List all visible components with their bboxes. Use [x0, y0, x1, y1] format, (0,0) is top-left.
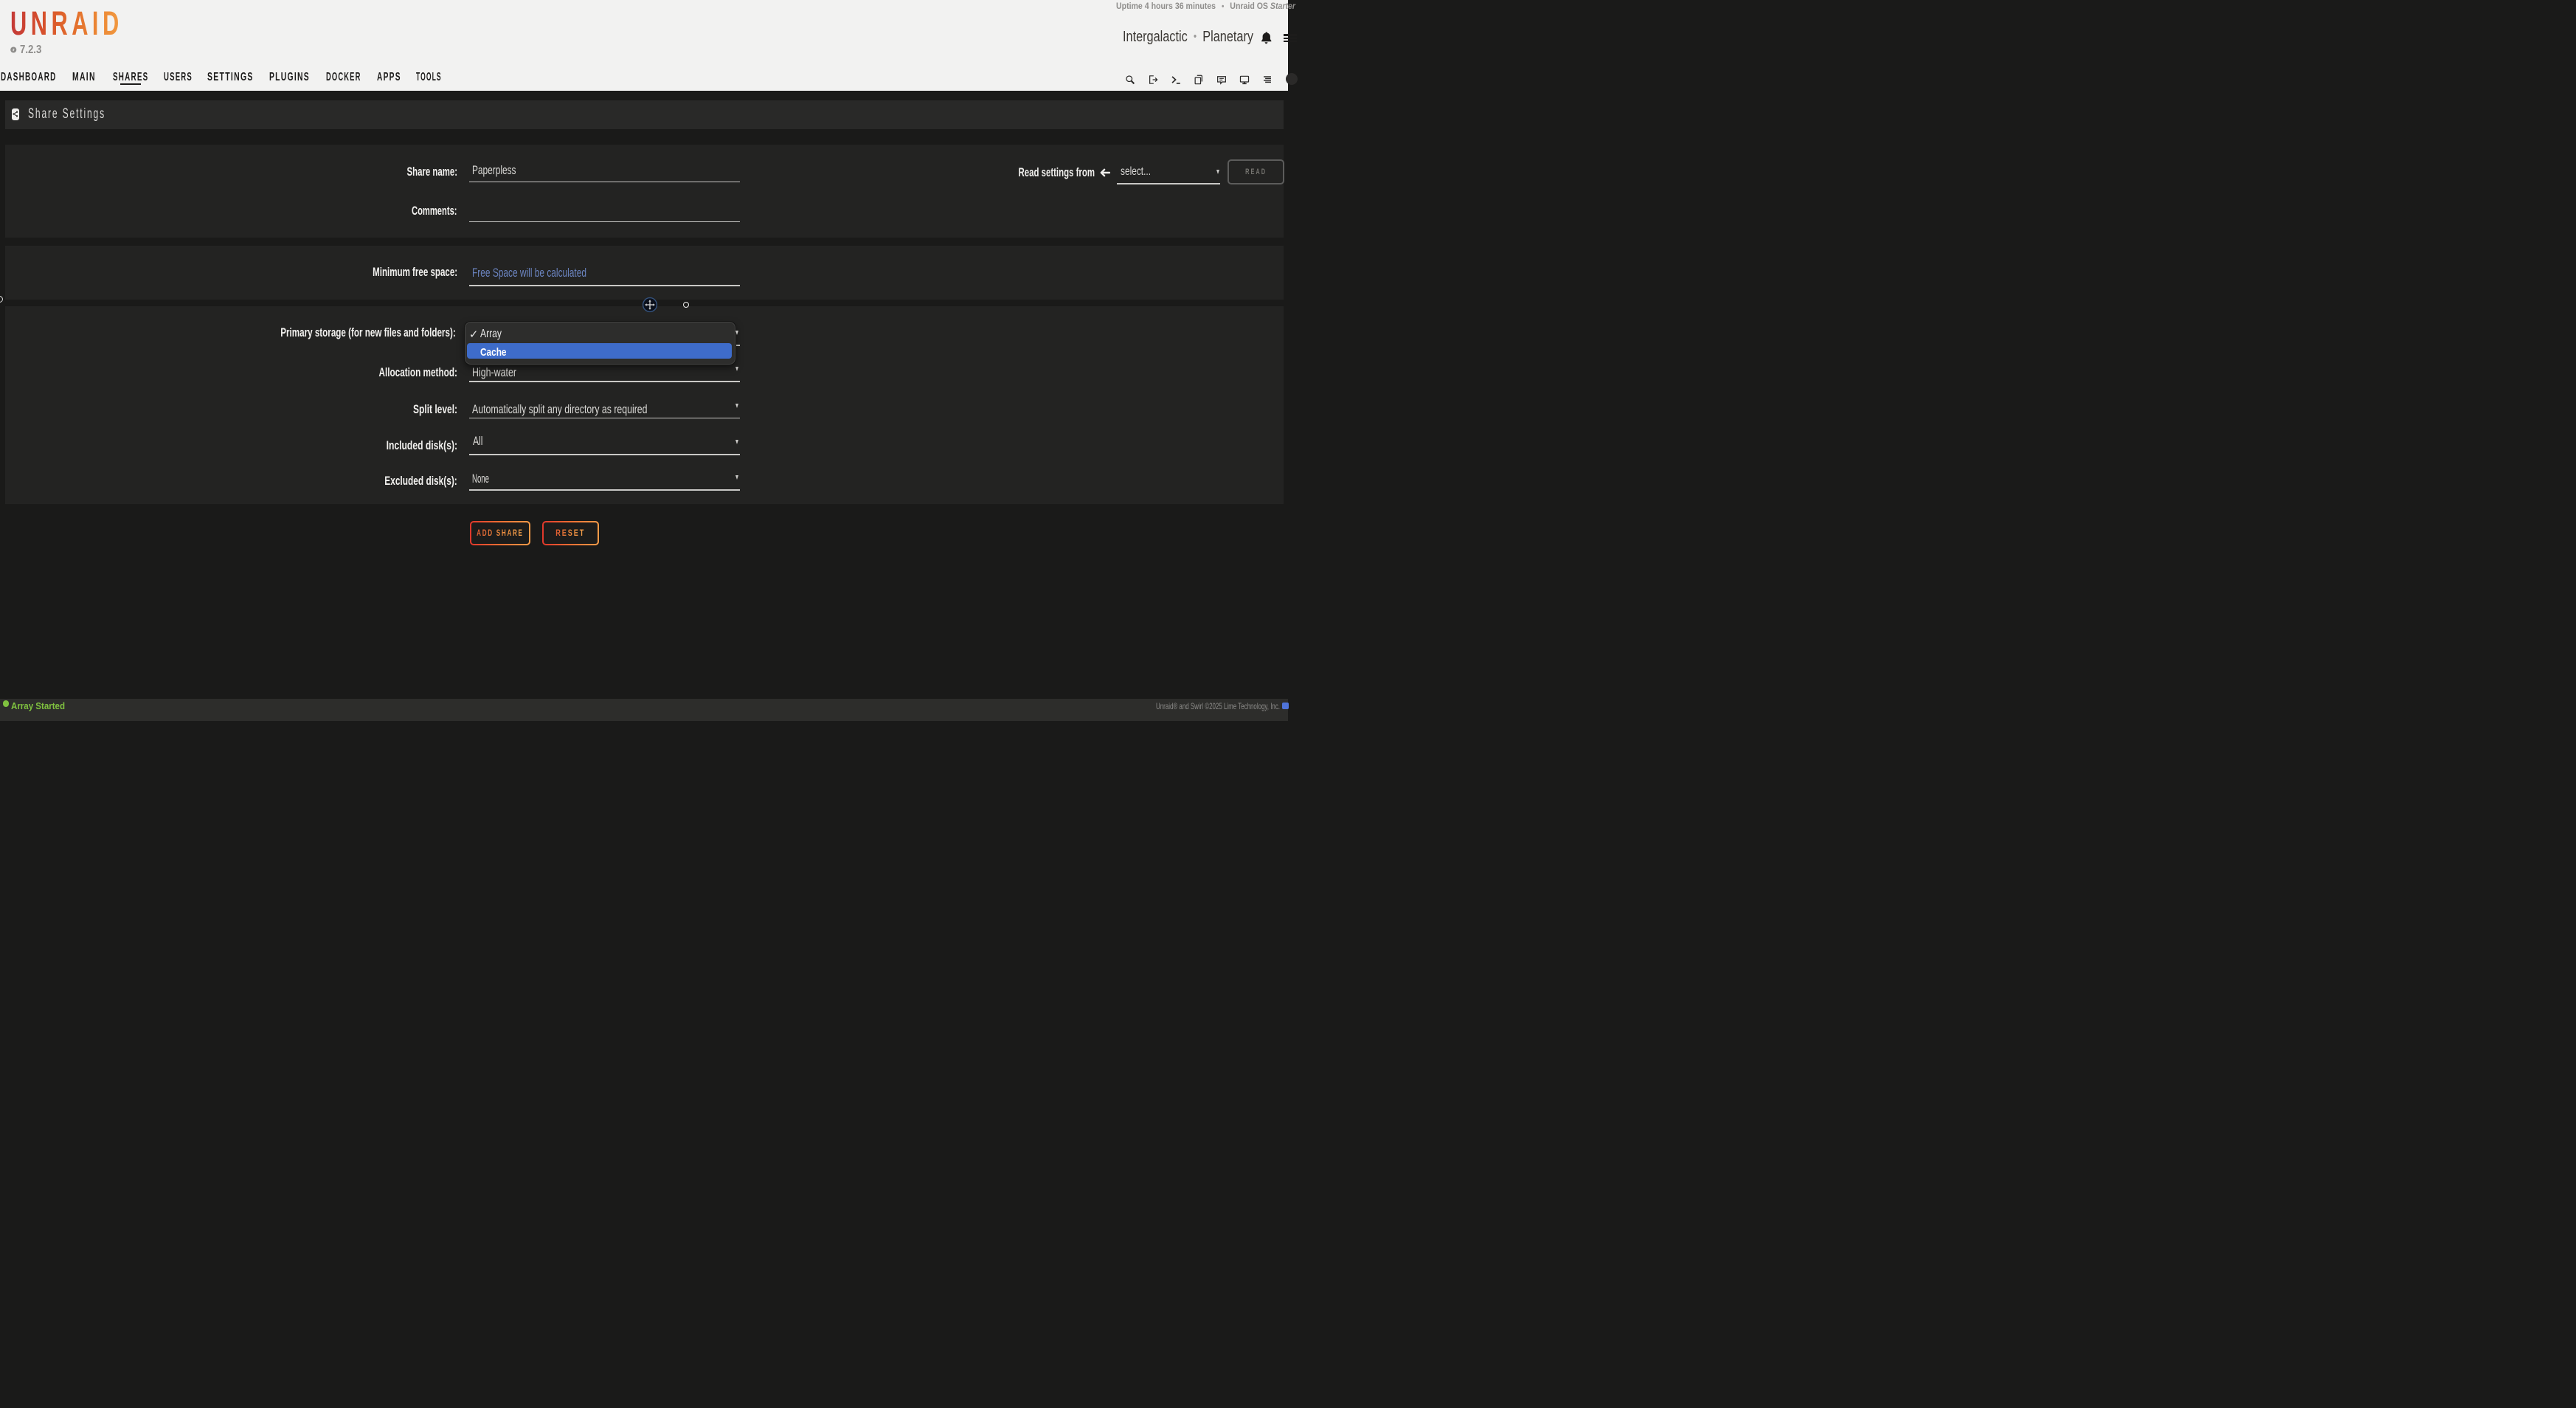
- option-checkmark: ✓: [469, 329, 479, 340]
- server-name: Intergalactic: [1123, 29, 1188, 45]
- array-status-dot: [3, 700, 10, 707]
- comments-input[interactable]: [469, 221, 740, 223]
- server-identity: Intergalactic•Planetary: [1123, 30, 1284, 44]
- flag-icon[interactable]: [1282, 703, 1289, 709]
- log-icon[interactable]: [1262, 75, 1273, 85]
- nav-dashboard[interactable]: DASHBOARD: [1, 72, 57, 83]
- sign-out-icon[interactable]: [1148, 75, 1158, 85]
- nav-apps[interactable]: APPS: [377, 72, 401, 83]
- unraid-logo[interactable]: UNRAID: [10, 7, 123, 40]
- array-status-label[interactable]: Array Started: [11, 701, 65, 711]
- nav-main[interactable]: MAIN: [72, 72, 96, 83]
- primary-storage-caret-icon: [735, 331, 738, 335]
- comments-label: Comments:: [412, 204, 457, 217]
- version-label[interactable]: 7.2.3: [20, 44, 41, 56]
- primary-storage-dropdown: ✓ Array Cache: [465, 322, 735, 365]
- header: [0, 0, 1288, 91]
- menu-hamburger-icon[interactable]: [1284, 34, 1297, 44]
- arrow-left-icon: [1100, 168, 1110, 178]
- read-button[interactable]: READ: [1228, 159, 1284, 184]
- allocation-method-label: Allocation method:: [378, 366, 457, 379]
- footer: [0, 699, 1288, 721]
- excluded-disks-select[interactable]: None: [472, 472, 489, 485]
- page-title-bar: [5, 100, 1284, 129]
- copy-icon[interactable]: [1194, 75, 1204, 85]
- share-name-label: Share name:: [406, 165, 457, 178]
- included-caret-icon: [735, 440, 738, 444]
- allocation-method-select[interactable]: High-water: [472, 366, 516, 379]
- nav-users[interactable]: USERS: [164, 72, 193, 83]
- click-indicator-ring: [683, 302, 689, 308]
- read-settings-select[interactable]: select...: [1121, 166, 1151, 178]
- nav-tools[interactable]: TOOLS: [416, 72, 442, 83]
- os-version-label: Unraid OS: [1230, 1, 1268, 11]
- unraid-share-settings-page: { "header": { "logo": "UNRAID", "version…: [0, 0, 1288, 704]
- license-type: Starter: [1270, 1, 1295, 11]
- nav-plugins[interactable]: PLUGINS: [269, 72, 310, 83]
- excluded-disks-label: Excluded disk(s):: [385, 474, 457, 487]
- edge-ring-artifact: [0, 296, 3, 303]
- min-free-space-label: Minimum free space:: [373, 266, 457, 278]
- section-free-space: [5, 246, 1284, 300]
- uptime-status: Uptime 4 hours 36 minutes•Unraid OS Star…: [1116, 1, 1320, 11]
- monitor-icon[interactable]: [1239, 75, 1250, 85]
- notifications-bell-icon[interactable]: [1261, 31, 1272, 47]
- option-array[interactable]: Array: [480, 328, 502, 340]
- share-name-input[interactable]: Paperpless: [472, 164, 516, 176]
- excluded-caret-icon: [735, 475, 738, 480]
- page-title: Share Settings: [28, 107, 105, 122]
- split-level-underline: [469, 418, 740, 419]
- version-lock-icon: [10, 46, 17, 53]
- search-icon[interactable]: [1125, 75, 1135, 85]
- section-identity: [5, 145, 1284, 238]
- nav-settings[interactable]: SETTINGS: [207, 72, 254, 83]
- allocation-caret-icon: [735, 367, 738, 371]
- allocation-method-underline: [469, 381, 740, 382]
- add-share-button[interactable]: ADD SHARE: [470, 521, 531, 545]
- option-cache[interactable]: Cache: [467, 343, 732, 359]
- split-level-caret-icon: [735, 404, 738, 408]
- read-select-underline: [1117, 183, 1220, 184]
- terminal-icon[interactable]: [1171, 75, 1181, 85]
- server-description: Planetary: [1202, 29, 1253, 45]
- share-name-underline: [469, 182, 740, 183]
- nav-shares[interactable]: SHARES: [113, 72, 149, 83]
- copyright-label: Unraid® and Swirl ©2025 Lime Technology,…: [1156, 702, 1280, 711]
- read-settings-label: Read settings from: [1019, 166, 1095, 179]
- share-icon: [12, 108, 19, 120]
- split-level-label: Split level:: [413, 403, 457, 415]
- reset-button[interactable]: RESET: [542, 521, 600, 545]
- user-avatar-circle[interactable]: [1286, 73, 1298, 85]
- read-select-caret-icon: [1216, 170, 1219, 174]
- min-free-space-input[interactable]: Free Space will be calculated: [472, 266, 586, 279]
- nav-docker[interactable]: DOCKER: [326, 72, 361, 83]
- feedback-icon[interactable]: [1216, 75, 1227, 85]
- included-disks-label: Included disk(s):: [387, 439, 457, 452]
- primary-storage-label: Primary storage (for new files and folde…: [281, 326, 456, 339]
- included-disks-select[interactable]: All: [473, 435, 482, 447]
- nav-shares-active-underline: [120, 83, 141, 86]
- included-disks-underline: [469, 454, 740, 455]
- excluded-disks-underline: [469, 489, 740, 491]
- min-free-space-underline: [469, 285, 740, 286]
- move-cursor-icon: [642, 297, 658, 313]
- split-level-select[interactable]: Automatically split any directory as req…: [472, 403, 648, 415]
